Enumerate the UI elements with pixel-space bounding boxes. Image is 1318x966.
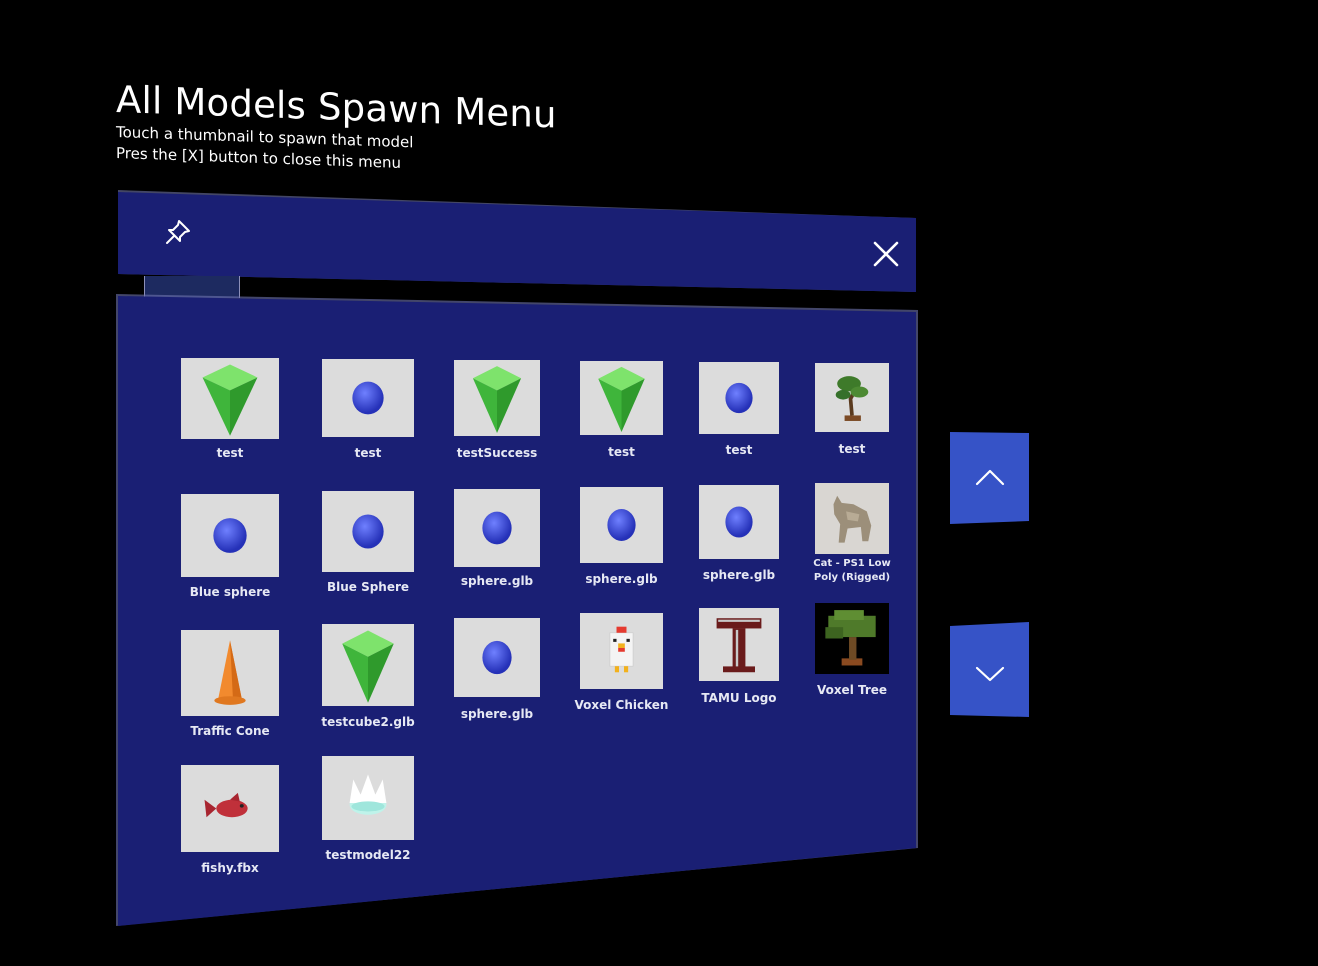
spawn-menu-scene: All Models Spawn Menu Touch a thumbnail … [0, 0, 1318, 966]
blue-sphere-icon[interactable] [454, 618, 540, 697]
green-cube-icon[interactable] [454, 360, 540, 436]
tamu-logo-icon[interactable] [699, 608, 779, 681]
model-label: sphere.glb [702, 568, 776, 582]
model-label: sphere.glb [585, 572, 658, 586]
green-cube-icon[interactable] [322, 624, 414, 706]
model-label: sphere.glb [460, 707, 534, 721]
model-tile[interactable]: Blue Sphere [322, 491, 414, 602]
fish-icon[interactable] [181, 765, 279, 852]
model-tile[interactable]: test [322, 359, 414, 467]
model-tile[interactable]: fishy.fbx [181, 765, 279, 882]
model-tile[interactable]: test [181, 358, 279, 469]
model-tile[interactable]: testSuccess [454, 360, 540, 466]
voxel-tree-icon[interactable] [815, 603, 889, 674]
model-label: test [608, 445, 635, 459]
model-tile[interactable]: TAMU Logo [699, 608, 779, 711]
model-tile[interactable]: test [699, 362, 779, 464]
blue-sphere-icon[interactable] [699, 362, 779, 434]
bonsai-tree-icon[interactable] [815, 363, 889, 432]
menu-heading: All Models Spawn Menu Touch a thumbnail … [116, 78, 557, 179]
model-label: testmodel22 [325, 848, 411, 862]
model-label: test [838, 442, 866, 456]
model-label: Voxel Chicken [574, 698, 669, 712]
model-label: sphere.glb [460, 574, 534, 588]
model-label: TAMU Logo [701, 691, 777, 705]
model-tile[interactable]: sphere.glb [454, 489, 540, 597]
model-tile[interactable]: Cat - PS1 Low Poly (Rigged) [813, 483, 891, 584]
blue-sphere-icon[interactable] [454, 489, 540, 567]
model-label: test [354, 446, 382, 460]
model-tile[interactable]: Voxel Chicken [575, 613, 668, 719]
model-label: Cat - PS1 Low Poly (Rigged) [813, 558, 891, 583]
model-tile[interactable]: Voxel Tree [815, 603, 889, 704]
traffic-cone-icon[interactable] [181, 630, 279, 716]
blue-sphere-icon[interactable] [322, 491, 414, 572]
model-label: testcube2.glb [321, 715, 415, 729]
model-label: testSuccess [456, 446, 538, 460]
model-tile[interactable]: sphere.glb [580, 487, 663, 593]
model-label: Blue sphere [189, 585, 271, 599]
model-tile[interactable]: testmodel22 [322, 756, 414, 870]
cat-icon[interactable] [815, 483, 889, 554]
panel-tab[interactable] [144, 276, 240, 298]
blue-sphere-icon[interactable] [322, 359, 414, 437]
scroll-down-button[interactable] [950, 622, 1029, 717]
model-tile[interactable]: test [815, 363, 889, 462]
model-tile[interactable]: Traffic Cone [181, 630, 279, 746]
model-label: fishy.fbx [201, 861, 259, 875]
green-cube-icon[interactable] [181, 358, 279, 439]
crown-icon[interactable] [322, 756, 414, 840]
pin-icon[interactable] [162, 216, 194, 248]
model-label: Traffic Cone [190, 724, 270, 738]
model-tile[interactable]: sphere.glb [699, 485, 779, 589]
model-tile[interactable]: test [580, 361, 663, 465]
model-tile[interactable]: testcube2.glb [321, 624, 415, 736]
green-cube-icon[interactable] [580, 361, 663, 435]
close-icon[interactable] [870, 238, 902, 270]
scroll-up-button[interactable] [950, 432, 1029, 524]
model-tile[interactable]: Blue sphere [181, 494, 279, 607]
model-tile[interactable]: sphere.glb [454, 618, 540, 727]
chevron-down-icon [975, 666, 1005, 682]
blue-sphere-icon[interactable] [699, 485, 779, 559]
model-label: Voxel Tree [816, 683, 888, 697]
blue-sphere-icon[interactable] [580, 487, 663, 563]
model-label: Blue Sphere [326, 580, 410, 594]
model-label: test [216, 446, 244, 460]
blue-sphere-icon[interactable] [181, 494, 279, 577]
model-label: test [725, 443, 753, 457]
voxel-chicken-icon[interactable] [580, 613, 663, 689]
chevron-up-icon [975, 469, 1005, 486]
